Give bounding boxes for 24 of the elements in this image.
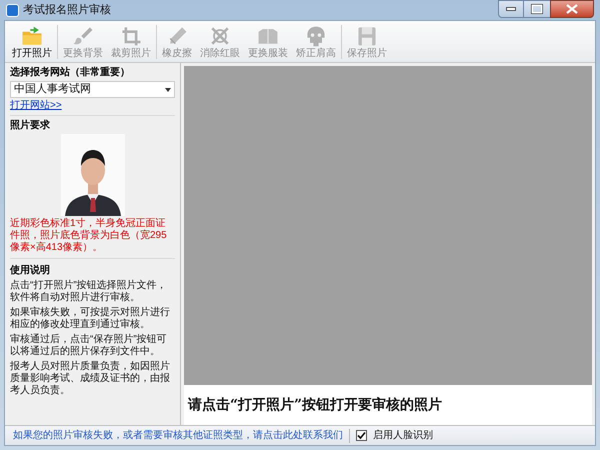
instruction-text: 如果审核失败，可按提示对照片进行相应的修改处理直到通过审核。 bbox=[10, 307, 171, 331]
section-heading: 选择报考网站（非常重要） bbox=[10, 66, 131, 79]
close-button[interactable] bbox=[550, 0, 594, 18]
photo-requirements-text: 近期彩色标准1寸，半身免冠正面证件照，照片底色背景为白色（宽295像素×高413像素）。 bbox=[10, 218, 168, 254]
prompt-message: 请点击“打开照片”按钮打开要审核的照片 bbox=[188, 396, 442, 414]
maximize-button[interactable] bbox=[524, 0, 550, 18]
instruction-text: 审核通过后，点击“保存照片”按钮可以将通过后的照片保存到文件中。 bbox=[10, 334, 168, 358]
toolbar-button[interactable]: 打开照片 bbox=[9, 22, 55, 62]
face-recognition-checkbox[interactable] bbox=[356, 430, 367, 441]
contact-link[interactable]: 如果您的照片审核失败，或者需要审核其他证照类型，请点击此处联系我们 bbox=[13, 428, 343, 443]
app-icon bbox=[6, 4, 19, 16]
checkbox-label: 启用人脸识别 bbox=[373, 428, 433, 443]
site-dropdown[interactable]: 中国人事考试网 bbox=[10, 81, 175, 98]
minimize-button[interactable] bbox=[498, 0, 524, 18]
close-icon bbox=[566, 4, 578, 14]
section-heading: 使用说明 bbox=[10, 264, 51, 277]
window-title: 考试报名照片审核 bbox=[23, 4, 111, 16]
minimize-icon bbox=[506, 7, 516, 11]
instruction-text: 点击“打开照片”按钮选择照片文件，软件将自动对照片进行审核。 bbox=[10, 280, 168, 304]
section-heading: 照片要求 bbox=[10, 119, 51, 132]
dropdown-arrow-icon bbox=[165, 88, 171, 92]
maximize-icon bbox=[531, 4, 543, 14]
instruction-text: 报考人员对照片质量负责，如因照片质量影响考试、成绩及证书的，由报考人员负责。 bbox=[10, 361, 171, 397]
open-site-link[interactable]: 打开网站>> bbox=[10, 100, 62, 112]
